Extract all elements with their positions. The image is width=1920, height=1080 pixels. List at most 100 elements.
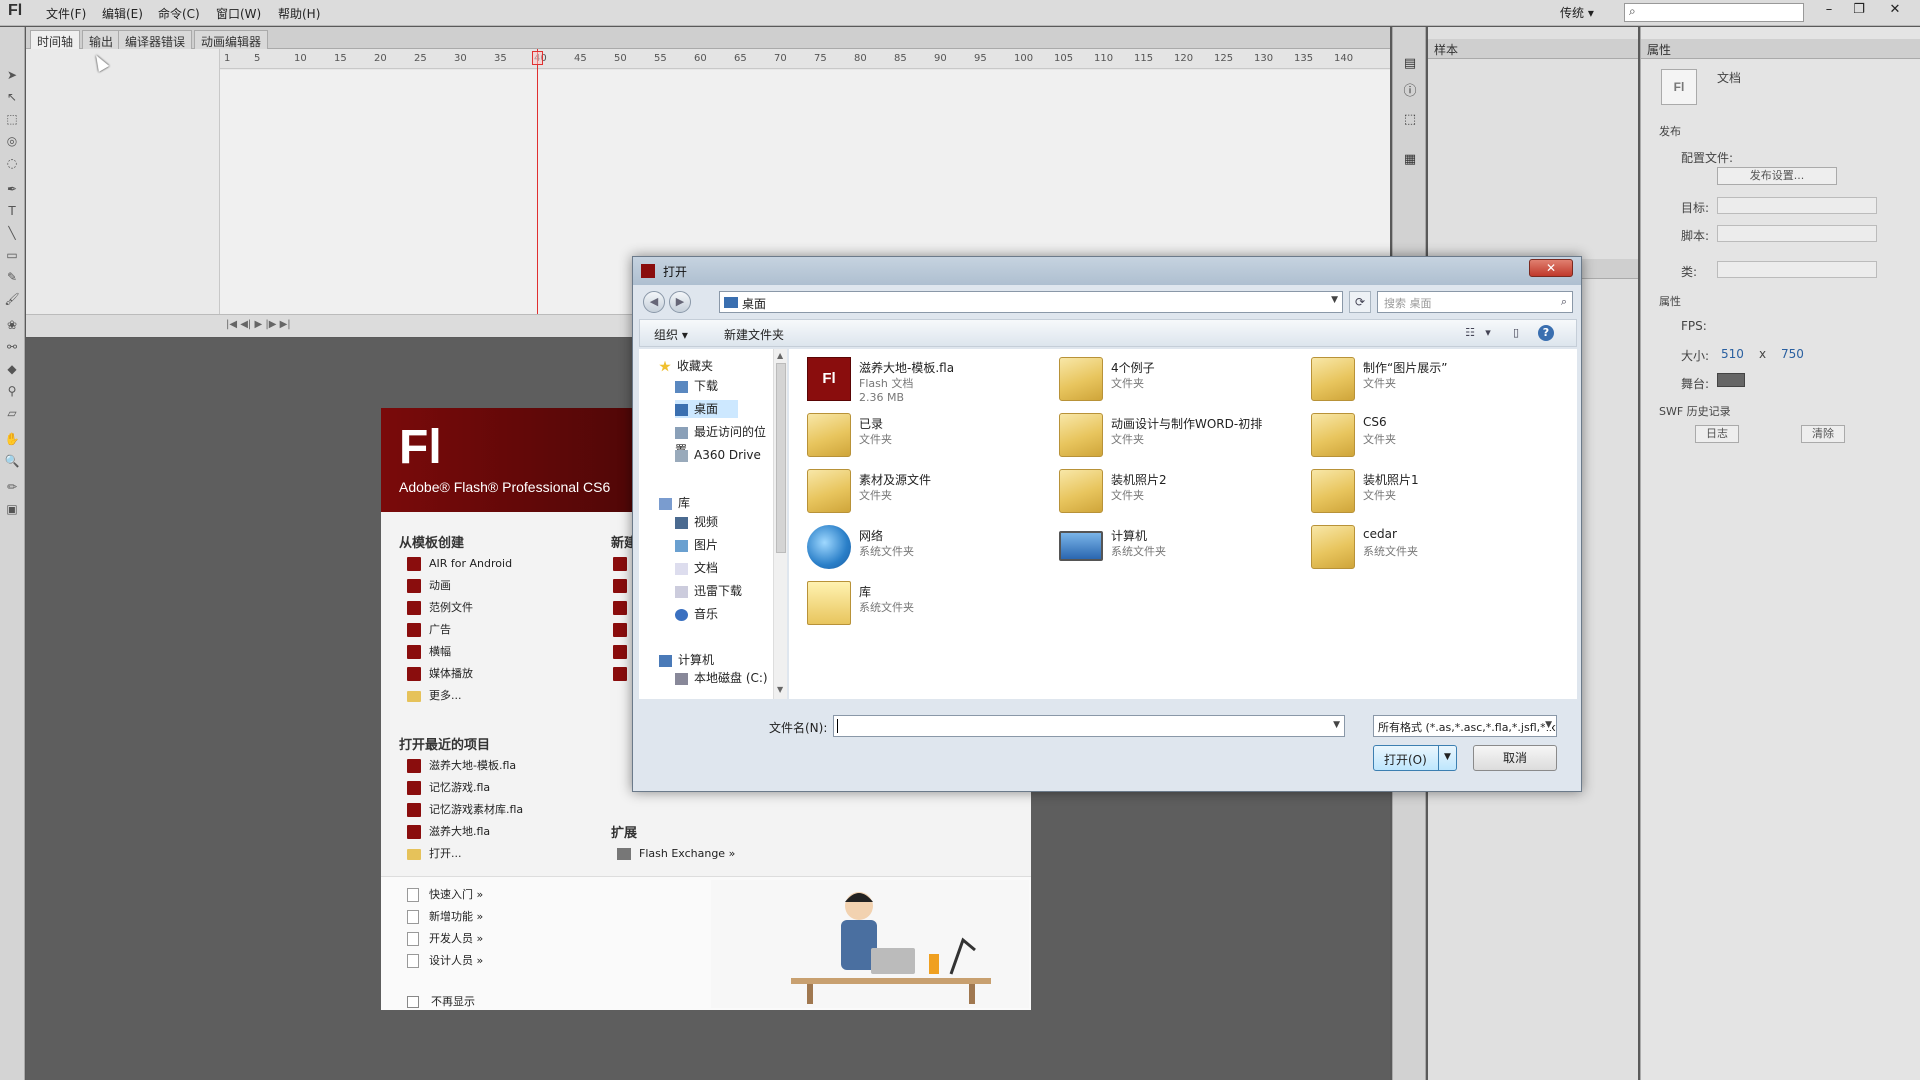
scroll-up-icon[interactable]: ▲ (777, 351, 783, 360)
nav-item-thunder-downloads[interactable]: 迅雷下载 (675, 582, 742, 600)
scroll-thumb[interactable] (776, 363, 786, 553)
forward-button[interactable]: ▶ (669, 291, 691, 313)
nav-item-music[interactable]: 音乐 (675, 605, 718, 623)
3d-rotation-tool-icon[interactable]: ◎ (4, 133, 20, 149)
file-item[interactable]: 库系统文件夹 (807, 579, 1057, 629)
help-search-input[interactable]: ⌕ (1624, 3, 1804, 22)
menu-window[interactable]: 窗口(W) (216, 5, 261, 22)
link-quick-start[interactable]: 快速入门 » (407, 887, 483, 903)
selection-tool-icon[interactable]: ➤ (4, 67, 20, 83)
workspace-switcher[interactable]: 传统 ▾ (1560, 4, 1594, 21)
brush-tool-icon[interactable]: 🖌 (4, 291, 20, 307)
free-transform-tool-icon[interactable]: ⬚ (4, 111, 20, 127)
template-item[interactable]: 动画 (407, 578, 451, 594)
file-item[interactable]: 素材及源文件 文件夹 (807, 467, 1057, 517)
file-item[interactable]: cedar 系统文件夹 (1311, 523, 1561, 573)
back-button[interactable]: ◀ (643, 291, 665, 313)
properties-section[interactable]: 属性 (1659, 293, 1681, 309)
nav-item-documents[interactable]: 文档 (675, 559, 718, 577)
menu-edit[interactable]: 编辑(E) (102, 5, 143, 22)
file-item[interactable]: Fl 滋养大地-模板.fla Flash 文档 2.36 MB (807, 355, 1057, 405)
target-select[interactable] (1717, 197, 1877, 214)
nav-group-favorites[interactable]: 收藏夹 (659, 357, 713, 374)
pencil-tool-icon[interactable]: ✎ (4, 269, 20, 285)
stage-color-swatch[interactable] (1717, 373, 1745, 387)
recent-item[interactable]: 滋养大地-模板.fla (407, 758, 516, 774)
flash-exchange-link[interactable]: Flash Exchange » (617, 846, 735, 862)
open-button[interactable]: 打开(O) ▼ (1373, 745, 1457, 771)
eyedropper-tool-icon[interactable]: ⚲ (4, 383, 20, 399)
text-tool-icon[interactable]: T (4, 203, 20, 219)
playhead-handle[interactable] (532, 51, 543, 65)
filetype-select[interactable]: 所有格式 (*.as,*.asc,*.fla,*.jsfl,*.xfl) ▼ (1373, 715, 1557, 737)
nav-item-a360[interactable]: A360 Drive (675, 446, 761, 464)
components-panel-icon[interactable]: ▦ (1401, 151, 1419, 169)
minimize-button[interactable]: – (1816, 2, 1842, 20)
recent-item[interactable]: 滋养大地.fla (407, 824, 490, 840)
open-options-dropdown-icon[interactable]: ▼ (1444, 752, 1451, 762)
file-item[interactable]: 网络 系统文件夹 (807, 523, 1057, 573)
refresh-button[interactable]: ⟳ (1349, 291, 1371, 313)
nav-item-downloads[interactable]: 下载 (675, 377, 718, 395)
nav-group-libraries[interactable]: 库 (659, 494, 690, 511)
deco-tool-icon[interactable]: ❀ (4, 317, 20, 333)
class-input[interactable] (1717, 261, 1877, 278)
paint-bucket-icon[interactable]: ◆ (4, 361, 20, 377)
tab-output[interactable]: 输出 (82, 30, 121, 49)
link-developers[interactable]: 开发人员 » (407, 931, 483, 947)
publish-settings-button[interactable]: 发布设置... (1717, 167, 1837, 185)
bone-tool-icon[interactable]: ⚯ (4, 339, 20, 355)
nav-item-desktop[interactable]: 桌面 (675, 400, 739, 418)
zoom-tool-icon[interactable]: 🔍 (4, 453, 20, 469)
tab-motion-editor[interactable]: 动画编辑器 (194, 30, 269, 49)
filetype-dropdown-icon[interactable]: ▼ (1545, 720, 1552, 730)
link-designers[interactable]: 设计人员 » (407, 953, 483, 969)
change-view-icon[interactable]: ☷ (1462, 325, 1478, 341)
file-item[interactable]: 4个例子 文件夹 (1059, 355, 1309, 405)
address-dropdown-icon[interactable]: ▼ (1331, 295, 1338, 305)
template-item[interactable]: 范例文件 (407, 600, 473, 616)
dialog-close-button[interactable]: ✕ (1529, 259, 1573, 277)
file-item[interactable]: 已录 文件夹 (807, 411, 1057, 461)
template-more[interactable]: 更多... (407, 688, 462, 704)
scroll-down-icon[interactable]: ▼ (777, 685, 783, 694)
tab-timeline[interactable]: 时间轴 (30, 30, 81, 49)
template-item[interactable]: 横幅 (407, 644, 451, 660)
transform-panel-icon[interactable]: ⬚ (1401, 111, 1419, 129)
recent-item[interactable]: 记忆游戏.fla (407, 780, 490, 796)
file-item[interactable]: 制作“图片展示” 文件夹 (1311, 355, 1561, 405)
layer-list[interactable] (26, 49, 220, 314)
pen-tool-icon[interactable]: ✒ (4, 181, 20, 197)
cancel-button[interactable]: 取消 (1473, 745, 1557, 771)
playhead[interactable] (537, 49, 538, 314)
view-dropdown-icon[interactable]: ▾ (1480, 325, 1496, 341)
menu-help[interactable]: 帮助(H) (278, 5, 320, 22)
playback-controls[interactable]: |◀ ◀| ▶ |▶ ▶| (226, 319, 291, 330)
nav-item-local-disk[interactable]: 本地磁盘 (C:) (675, 669, 768, 687)
file-item[interactable]: 装机照片2 文件夹 (1059, 467, 1309, 517)
preview-pane-icon[interactable]: ▯ (1508, 325, 1524, 341)
eraser-tool-icon[interactable]: ▱ (4, 405, 20, 421)
subselection-tool-icon[interactable]: ↖ (4, 89, 20, 105)
file-item[interactable]: 装机照片1 文件夹 (1311, 467, 1561, 517)
dont-show-again[interactable]: 不再显示 (407, 993, 475, 1009)
file-item[interactable]: CS6 文件夹 (1311, 411, 1561, 461)
log-button[interactable]: 日志 (1695, 425, 1739, 443)
help-icon[interactable]: ? (1538, 325, 1554, 341)
stage-height-value[interactable]: 750 (1781, 347, 1804, 361)
dialog-titlebar[interactable]: 打开 ✕ (633, 257, 1581, 285)
tab-compiler-errors[interactable]: 编译器错误 (118, 30, 193, 49)
filename-input[interactable]: ▼ (833, 715, 1345, 737)
nav-item-pictures[interactable]: 图片 (675, 536, 718, 554)
fill-color-icon[interactable]: ▣ (4, 501, 20, 517)
template-item[interactable]: AIR for Android (407, 556, 512, 572)
dialog-search-input[interactable]: 搜索 桌面 ⌕ (1377, 291, 1573, 313)
nav-item-recent-places[interactable]: 最近访问的位置 (675, 423, 773, 457)
nav-scrollbar[interactable]: ▲ ▼ (773, 349, 787, 699)
filename-dropdown-icon[interactable]: ▼ (1333, 720, 1340, 730)
restore-button[interactable]: ❐ (1846, 2, 1872, 20)
script-select[interactable] (1717, 225, 1877, 242)
lasso-tool-icon[interactable]: ◌ (4, 155, 20, 171)
dont-show-checkbox[interactable] (407, 996, 419, 1008)
template-item[interactable]: 媒体播放 (407, 666, 473, 682)
